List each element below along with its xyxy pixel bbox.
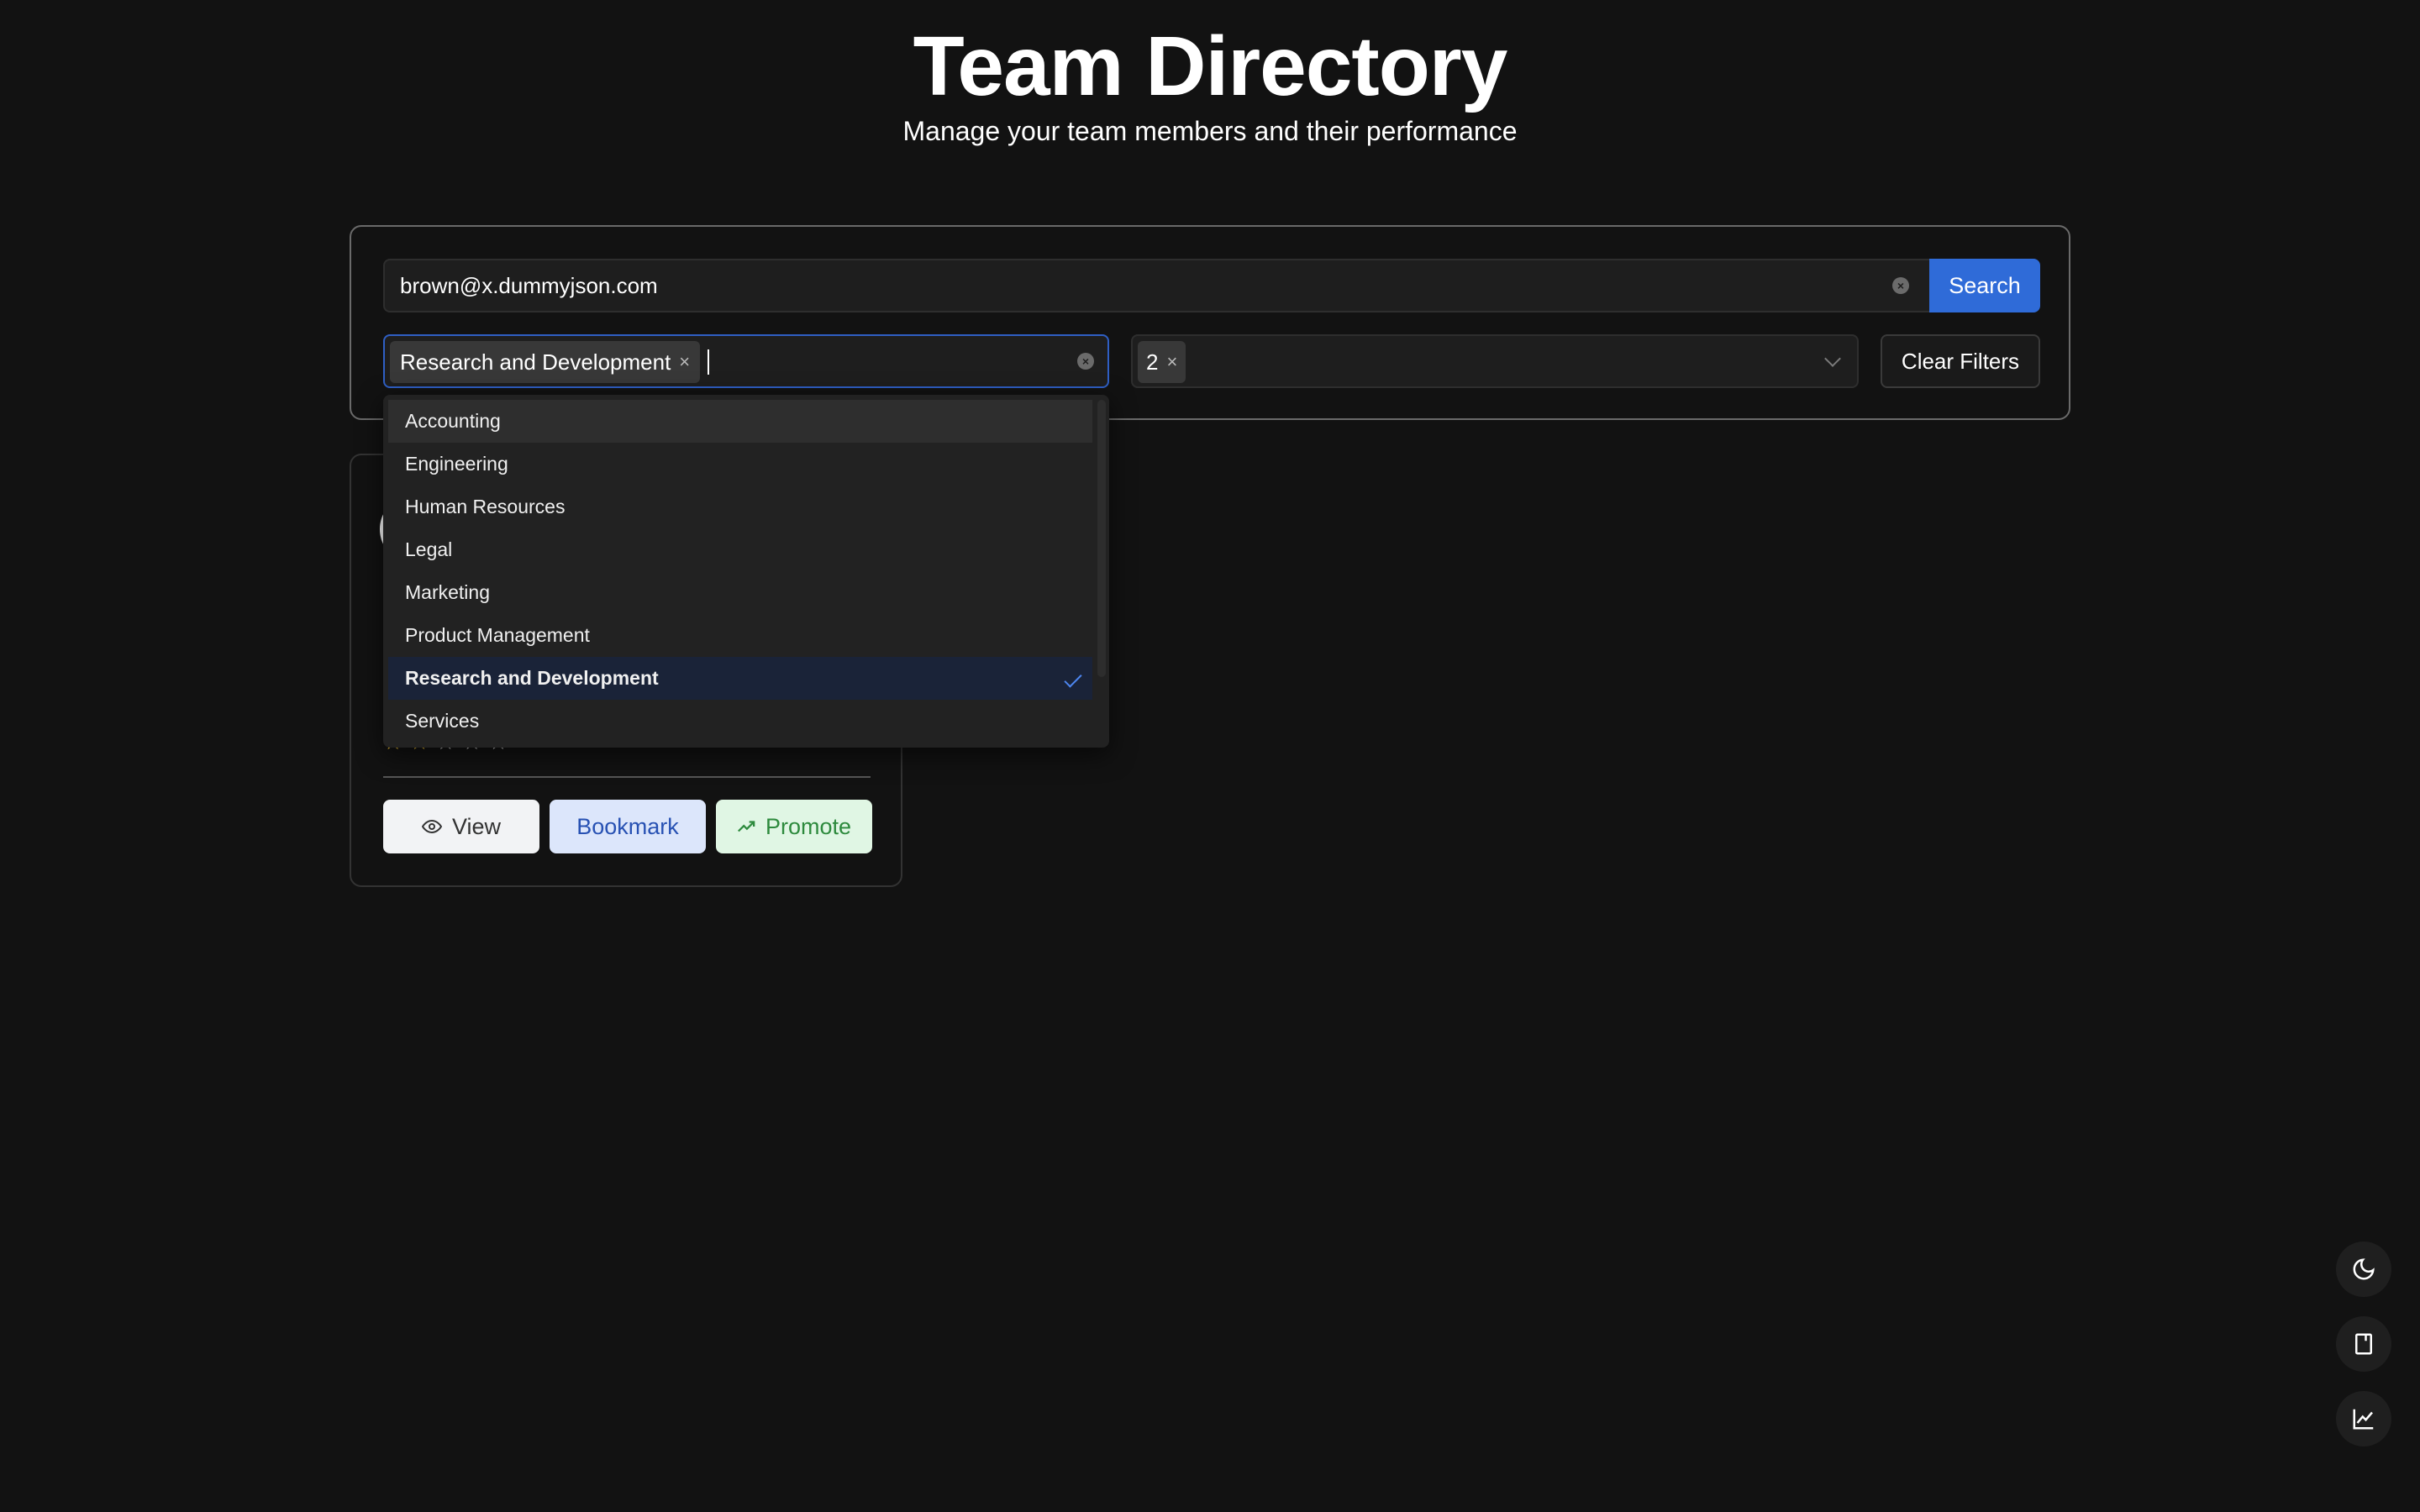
page: Team Directory Manage your team members … bbox=[0, 0, 2420, 1512]
dropdown-option-label: Marketing bbox=[405, 581, 490, 603]
dropdown-option[interactable]: Product Management bbox=[388, 614, 1092, 657]
remove-tag-icon[interactable]: × bbox=[679, 351, 690, 373]
dropdown-option-label: Research and Development bbox=[405, 667, 659, 689]
dropdown-option-label: Engineering bbox=[405, 453, 508, 475]
chart-line-icon bbox=[2353, 1409, 2374, 1430]
view-button[interactable]: View bbox=[383, 800, 539, 853]
search-button[interactable]: Search bbox=[1929, 259, 2040, 312]
page-subtitle: Manage your team members and their perfo… bbox=[902, 116, 1518, 146]
card-actions: View Bookmark Promote bbox=[383, 800, 872, 853]
filter-panel: × Search Research and Development × × 2 … bbox=[350, 225, 2070, 420]
rating-tag: 2 × bbox=[1138, 341, 1186, 383]
rating-tag-label: 2 bbox=[1146, 349, 1159, 375]
search-field: × bbox=[383, 259, 1929, 312]
search-row: × Search bbox=[383, 259, 2040, 312]
dropdown-option-label: Services bbox=[405, 710, 480, 732]
moon-icon bbox=[2353, 1258, 2375, 1280]
department-select[interactable]: Research and Development × × bbox=[383, 334, 1109, 388]
rating-select[interactable]: 2 × bbox=[1131, 334, 1859, 388]
check-icon bbox=[1064, 669, 1082, 688]
remove-tag-icon[interactable]: × bbox=[1166, 351, 1177, 373]
trending-up-icon bbox=[737, 821, 755, 832]
bookmark-icon bbox=[2355, 1333, 2372, 1355]
eye-icon bbox=[421, 819, 442, 834]
department-tag-label: Research and Development bbox=[400, 349, 671, 375]
promote-button[interactable]: Promote bbox=[716, 800, 872, 853]
bookmarks-button[interactable] bbox=[2336, 1316, 2391, 1372]
dropdown-option-label: Human Resources bbox=[405, 496, 566, 517]
dropdown-option-label: Accounting bbox=[405, 410, 501, 432]
dropdown-option-label: Legal bbox=[405, 538, 453, 560]
clear-department-icon[interactable]: × bbox=[1077, 353, 1094, 370]
dropdown-option[interactable]: Legal bbox=[388, 528, 1092, 571]
theme-toggle-button[interactable] bbox=[2336, 1242, 2391, 1297]
chevron-down-icon[interactable] bbox=[1824, 350, 1841, 367]
text-caret bbox=[708, 349, 709, 375]
department-tag: Research and Development × bbox=[390, 341, 701, 383]
dropdown-option[interactable]: Marketing bbox=[388, 571, 1092, 614]
department-dropdown: Accounting Engineering Human Resources Lega… bbox=[383, 395, 1109, 748]
promote-label: Promote bbox=[765, 813, 852, 839]
dropdown-option[interactable]: Engineering bbox=[388, 443, 1092, 486]
view-label: View bbox=[451, 813, 502, 839]
clear-search-icon[interactable]: × bbox=[1892, 277, 1909, 294]
dropdown-option[interactable]: Research and Development bbox=[388, 657, 1092, 700]
analytics-button[interactable] bbox=[2336, 1391, 2391, 1446]
clear-filters-button[interactable]: Clear Filters bbox=[1881, 334, 2040, 388]
dropdown-option-label: Product Management bbox=[405, 624, 590, 646]
dropdown-option[interactable]: Services bbox=[388, 700, 1092, 743]
search-input[interactable] bbox=[385, 260, 1929, 311]
dropdown-scrollbar[interactable] bbox=[1097, 400, 1106, 677]
filters-row: Research and Development × × 2 × Clear F… bbox=[383, 334, 2040, 388]
card-divider bbox=[383, 776, 871, 778]
bookmark-button[interactable]: Bookmark bbox=[550, 800, 706, 853]
department-options: Accounting Engineering Human Resources Lega… bbox=[388, 400, 1092, 743]
dropdown-option[interactable]: Accounting bbox=[388, 400, 1092, 443]
page-title: Team Directory bbox=[913, 19, 1508, 113]
dropdown-option[interactable]: Human Resources bbox=[388, 486, 1092, 528]
bookmark-label: Bookmark bbox=[576, 813, 679, 839]
